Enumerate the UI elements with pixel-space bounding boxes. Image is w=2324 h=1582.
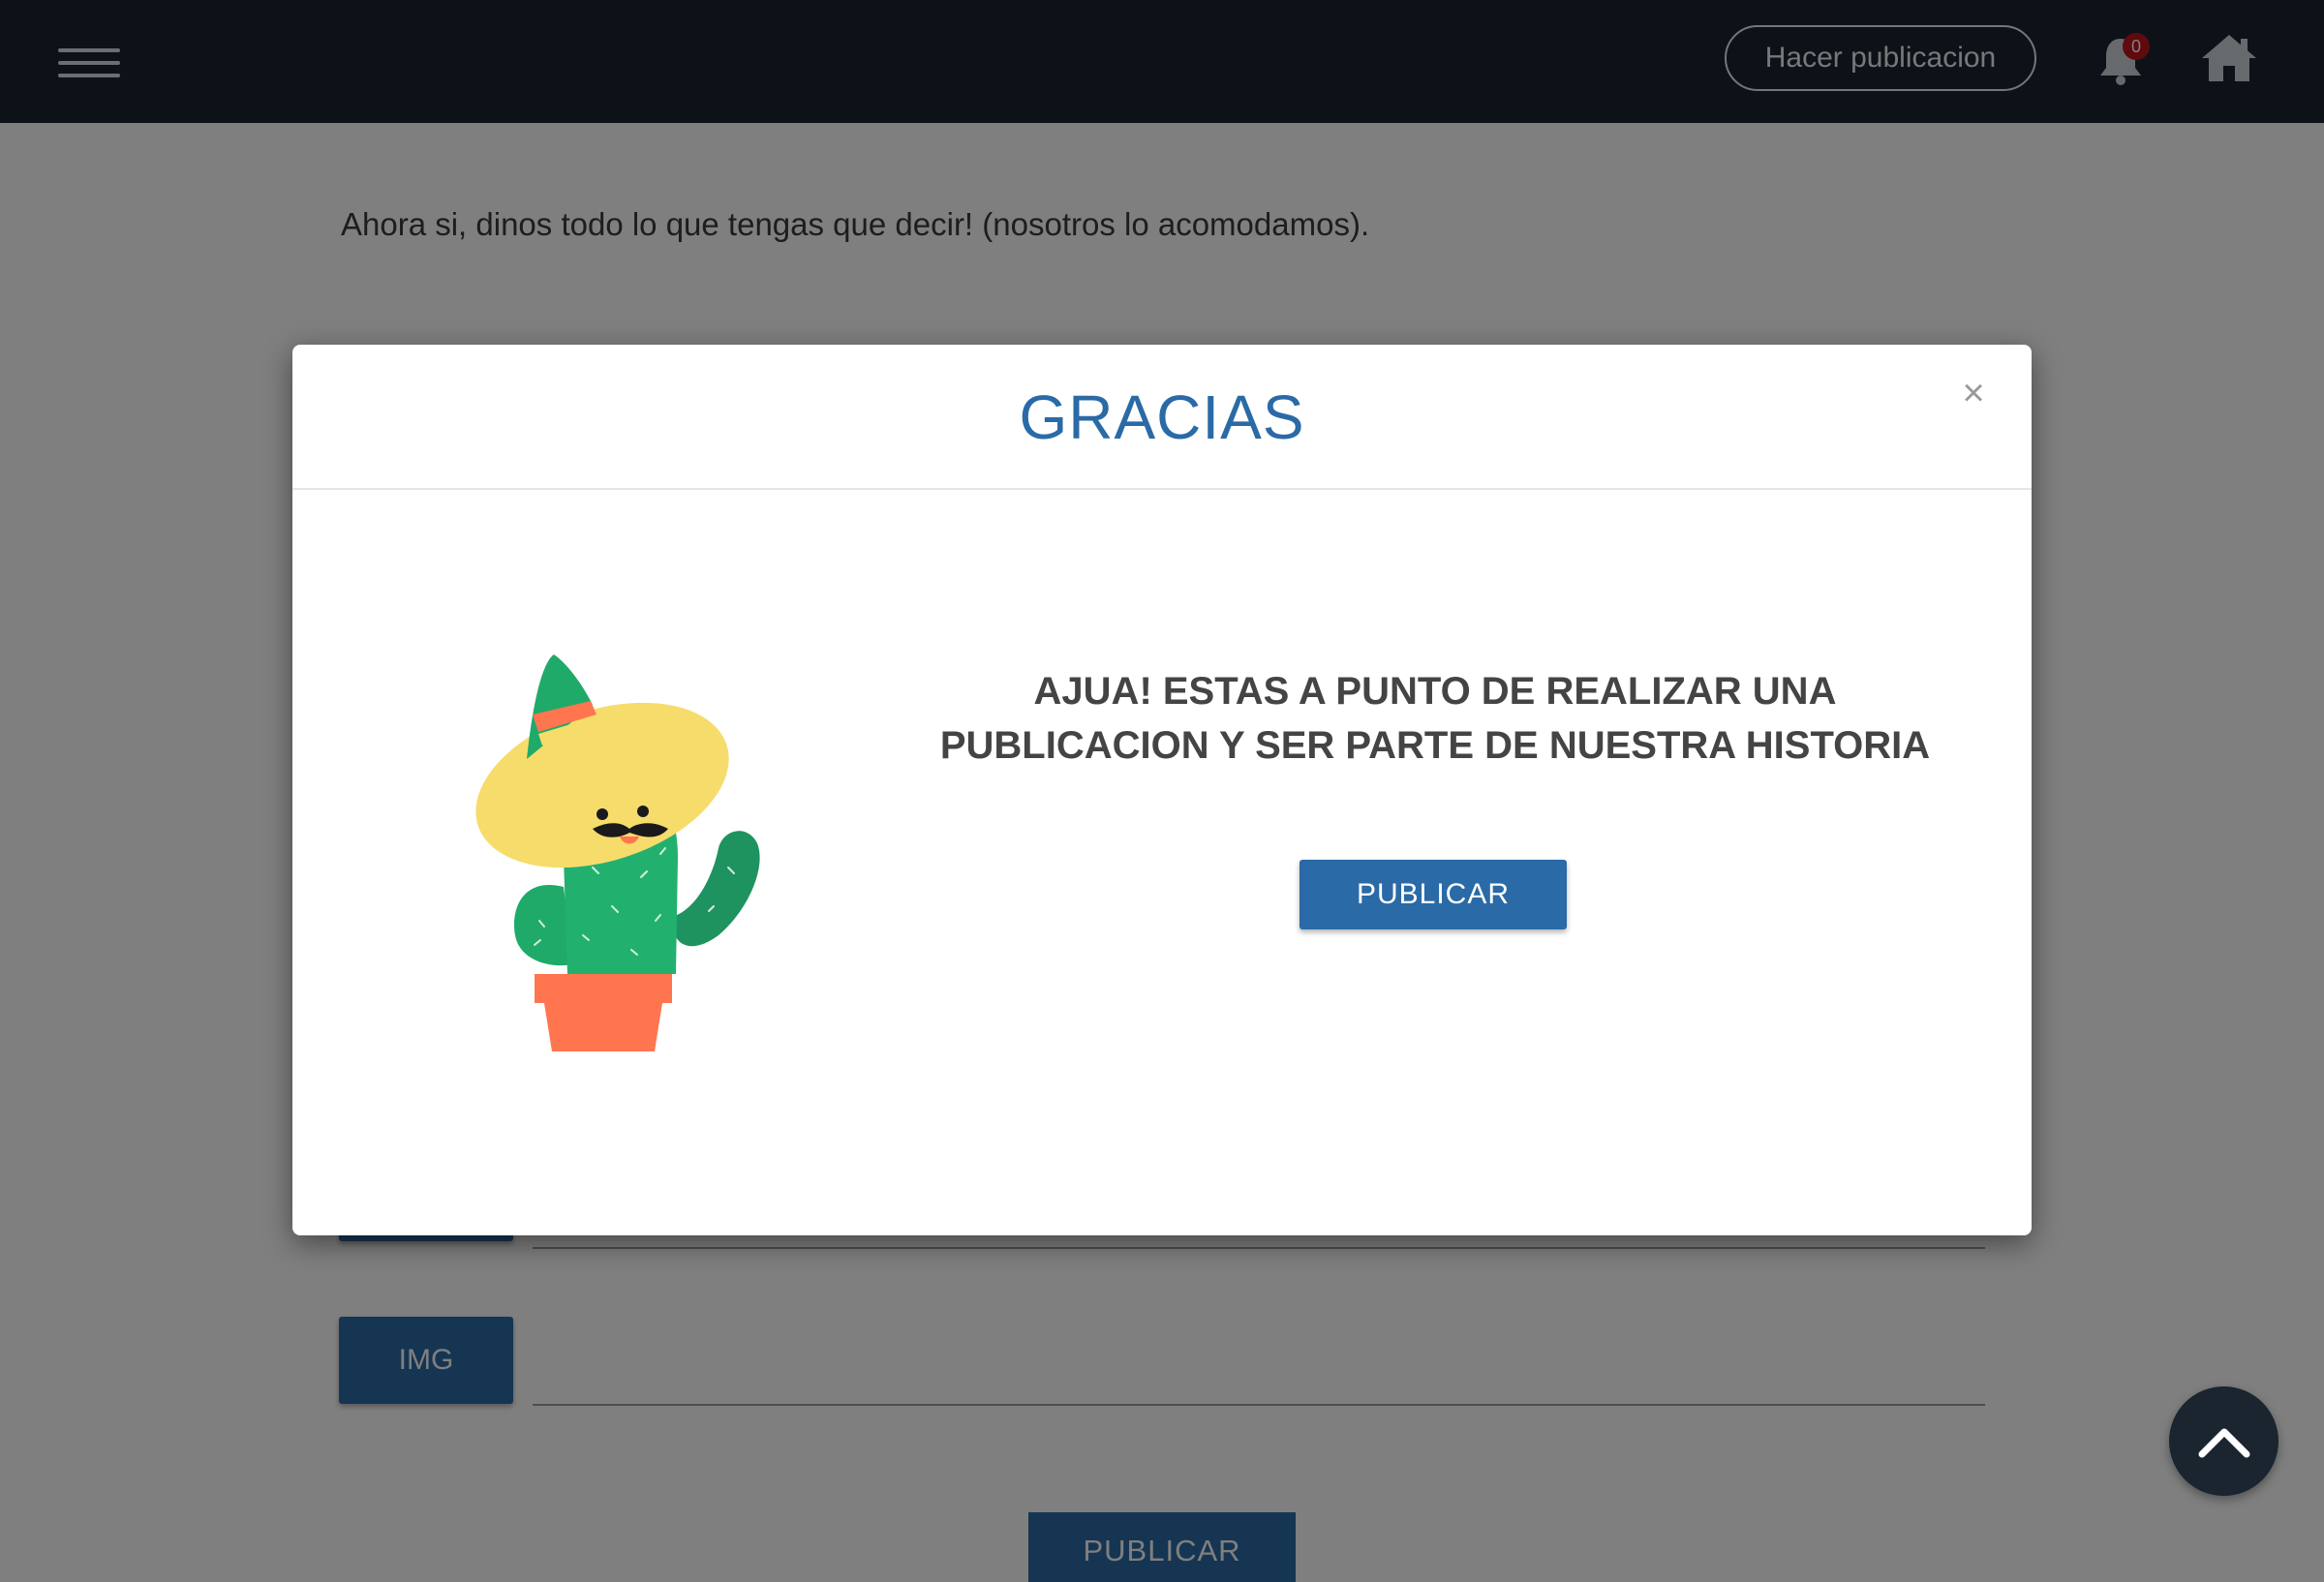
modal-message: AJUA! ESTAS A PUNTO DE REALIZAR UNA PUBL… [912, 664, 1958, 773]
cactus-sombrero-illustration [475, 654, 760, 1051]
modal-title: GRACIAS [1019, 382, 1305, 452]
chevron-up-icon [2198, 1428, 2249, 1457]
modal-publish-button[interactable]: PUBLICAR [1300, 860, 1567, 929]
modal-message-line-1: AJUA! ESTAS A PUNTO DE REALIZAR UNA [1033, 670, 1837, 713]
thanks-modal: GRACIAS × AJUA! ESTAS A PUNTO DE REALIZA… [292, 345, 2032, 1235]
modal-message-line-2: PUBLICACION Y SER PARTE DE NUESTRA HISTO… [939, 724, 1931, 767]
close-icon[interactable]: × [1954, 374, 1993, 412]
modal-header: GRACIAS × [292, 345, 2032, 490]
scroll-to-top-button[interactable] [2169, 1386, 2278, 1496]
